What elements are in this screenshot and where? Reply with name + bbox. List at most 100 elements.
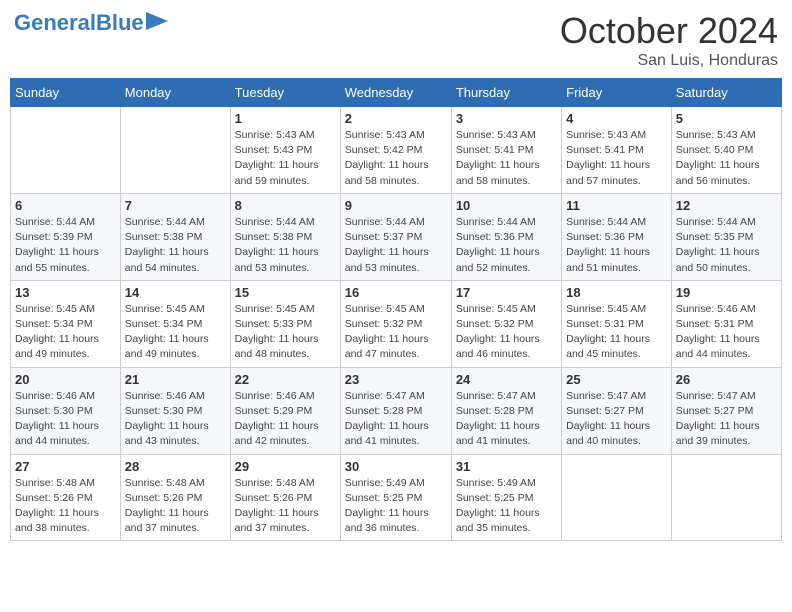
calendar-cell: 5 Sunrise: 5:43 AMSunset: 5:40 PMDaylight… xyxy=(671,107,781,194)
day-info: Sunrise: 5:45 AMSunset: 5:32 PMDaylight:… xyxy=(456,302,557,363)
calendar-cell: 28Sunrise: 5:48 AMSunset: 5:26 PMDayligh… xyxy=(120,454,230,541)
location: San Luis, Honduras xyxy=(560,52,778,70)
weekday-header-thursday: Thursday xyxy=(451,79,561,107)
day-info: Sunrise: 5:45 AMSunset: 5:34 PMDaylight:… xyxy=(15,302,116,363)
calendar-cell: 26Sunrise: 5:47 AMSunset: 5:27 PMDayligh… xyxy=(671,367,781,454)
day-info: Sunrise: 5:43 AMSunset: 5:41 PMDaylight:… xyxy=(566,128,667,189)
calendar-cell: 29 Sunrise: 5:48 AMSunset: 5:26 PMDayligh… xyxy=(230,454,340,541)
day-number: 23 xyxy=(345,372,447,387)
week-row-2: 6Sunrise: 5:44 AMSunset: 5:39 PMDaylight… xyxy=(11,193,782,280)
day-number: 6 xyxy=(15,198,116,213)
day-number: 2 xyxy=(345,111,447,126)
day-number: 20 xyxy=(15,372,116,387)
day-info: Sunrise: 5:44 AMSunset: 5:35 PMDaylight:… xyxy=(676,215,777,276)
day-info: Sunrise: 5:43 AMSunset: 5:43 PMDaylight:… xyxy=(235,128,336,189)
calendar-cell: 1 Sunrise: 5:43 AMSunset: 5:43 PMDaylight… xyxy=(230,107,340,194)
day-number: 7 xyxy=(125,198,226,213)
day-number: 22 xyxy=(235,372,336,387)
day-info: Sunrise: 5:43 AMSunset: 5:41 PMDaylight:… xyxy=(456,128,557,189)
day-number: 30 xyxy=(345,459,447,474)
day-info: Sunrise: 5:49 AMSunset: 5:25 PMDaylight:… xyxy=(456,476,557,537)
day-number: 11 xyxy=(566,198,667,213)
calendar-cell: 6Sunrise: 5:44 AMSunset: 5:39 PMDaylight… xyxy=(11,193,121,280)
day-number: 29 xyxy=(235,459,336,474)
week-row-5: 27 Sunrise: 5:48 AMSunset: 5:26 PMDayligh… xyxy=(11,454,782,541)
day-info: Sunrise: 5:45 AMSunset: 5:34 PMDaylight:… xyxy=(125,302,226,363)
day-info: Sunrise: 5:48 AMSunset: 5:26 PMDaylight:… xyxy=(15,476,116,537)
day-info: Sunrise: 5:45 AMSunset: 5:33 PMDaylight:… xyxy=(235,302,336,363)
day-number: 1 xyxy=(235,111,336,126)
day-number: 21 xyxy=(125,372,226,387)
weekday-header-friday: Friday xyxy=(562,79,672,107)
calendar-cell: 31 Sunrise: 5:49 AMSunset: 5:25 PMDayligh… xyxy=(451,454,561,541)
day-number: 4 xyxy=(566,111,667,126)
day-number: 15 xyxy=(235,285,336,300)
day-number: 13 xyxy=(15,285,116,300)
day-number: 27 xyxy=(15,459,116,474)
calendar-cell: 19 Sunrise: 5:46 AMSunset: 5:31 PMDayligh… xyxy=(671,280,781,367)
logo-arrow-icon xyxy=(146,12,168,30)
calendar-cell: 16 Sunrise: 5:45 AMSunset: 5:32 PMDayligh… xyxy=(340,280,451,367)
day-info: Sunrise: 5:46 AMSunset: 5:29 PMDaylight:… xyxy=(235,389,336,450)
calendar-cell: 27 Sunrise: 5:48 AMSunset: 5:26 PMDayligh… xyxy=(11,454,121,541)
day-info: Sunrise: 5:44 AMSunset: 5:36 PMDaylight:… xyxy=(456,215,557,276)
calendar-cell: 15 Sunrise: 5:45 AMSunset: 5:33 PMDayligh… xyxy=(230,280,340,367)
day-info: Sunrise: 5:46 AMSunset: 5:30 PMDaylight:… xyxy=(125,389,226,450)
day-number: 31 xyxy=(456,459,557,474)
title-block: October 2024 San Luis, Honduras xyxy=(560,10,778,70)
calendar-cell: 18Sunrise: 5:45 AMSunset: 5:31 PMDayligh… xyxy=(562,280,672,367)
day-number: 25 xyxy=(566,372,667,387)
day-info: Sunrise: 5:45 AMSunset: 5:32 PMDaylight:… xyxy=(345,302,447,363)
month-title: October 2024 xyxy=(560,10,778,52)
calendar-cell: 23 Sunrise: 5:47 AMSunset: 5:28 PMDayligh… xyxy=(340,367,451,454)
calendar-cell xyxy=(120,107,230,194)
day-info: Sunrise: 5:44 AMSunset: 5:38 PMDaylight:… xyxy=(125,215,226,276)
week-row-4: 20 Sunrise: 5:46 AMSunset: 5:30 PMDayligh… xyxy=(11,367,782,454)
calendar-cell: 21 Sunrise: 5:46 AMSunset: 5:30 PMDayligh… xyxy=(120,367,230,454)
weekday-header-wednesday: Wednesday xyxy=(340,79,451,107)
day-info: Sunrise: 5:49 AMSunset: 5:25 PMDaylight:… xyxy=(345,476,447,537)
day-number: 10 xyxy=(456,198,557,213)
day-info: Sunrise: 5:47 AMSunset: 5:28 PMDaylight:… xyxy=(456,389,557,450)
day-number: 16 xyxy=(345,285,447,300)
calendar-cell: 11 Sunrise: 5:44 AMSunset: 5:36 PMDayligh… xyxy=(562,193,672,280)
day-info: Sunrise: 5:47 AMSunset: 5:28 PMDaylight:… xyxy=(345,389,447,450)
logo-text: GeneralBlue xyxy=(14,12,144,34)
calendar-cell: 13 Sunrise: 5:45 AMSunset: 5:34 PMDayligh… xyxy=(11,280,121,367)
day-info: Sunrise: 5:47 AMSunset: 5:27 PMDaylight:… xyxy=(676,389,777,450)
calendar-cell: 12 Sunrise: 5:44 AMSunset: 5:35 PMDayligh… xyxy=(671,193,781,280)
calendar-cell: 25Sunrise: 5:47 AMSunset: 5:27 PMDayligh… xyxy=(562,367,672,454)
day-number: 8 xyxy=(235,198,336,213)
calendar-cell: 8 Sunrise: 5:44 AMSunset: 5:38 PMDaylight… xyxy=(230,193,340,280)
day-number: 5 xyxy=(676,111,777,126)
day-number: 17 xyxy=(456,285,557,300)
calendar-cell: 14 Sunrise: 5:45 AMSunset: 5:34 PMDayligh… xyxy=(120,280,230,367)
day-number: 19 xyxy=(676,285,777,300)
week-row-3: 13 Sunrise: 5:45 AMSunset: 5:34 PMDayligh… xyxy=(11,280,782,367)
logo: GeneralBlue xyxy=(14,10,168,35)
calendar-cell xyxy=(562,454,672,541)
calendar-cell: 2Sunrise: 5:43 AMSunset: 5:42 PMDaylight… xyxy=(340,107,451,194)
day-number: 12 xyxy=(676,198,777,213)
weekday-header-row: SundayMondayTuesdayWednesdayThursdayFrid… xyxy=(11,79,782,107)
day-info: Sunrise: 5:44 AMSunset: 5:37 PMDaylight:… xyxy=(345,215,447,276)
day-number: 9 xyxy=(345,198,447,213)
day-info: Sunrise: 5:45 AMSunset: 5:31 PMDaylight:… xyxy=(566,302,667,363)
calendar-cell: 10 Sunrise: 5:44 AMSunset: 5:36 PMDayligh… xyxy=(451,193,561,280)
day-info: Sunrise: 5:43 AMSunset: 5:40 PMDaylight:… xyxy=(676,128,777,189)
day-info: Sunrise: 5:44 AMSunset: 5:36 PMDaylight:… xyxy=(566,215,667,276)
day-number: 14 xyxy=(125,285,226,300)
calendar-cell: 30 Sunrise: 5:49 AMSunset: 5:25 PMDayligh… xyxy=(340,454,451,541)
week-row-1: 1 Sunrise: 5:43 AMSunset: 5:43 PMDaylight… xyxy=(11,107,782,194)
day-info: Sunrise: 5:48 AMSunset: 5:26 PMDaylight:… xyxy=(235,476,336,537)
calendar-table: SundayMondayTuesdayWednesdayThursdayFrid… xyxy=(10,78,782,541)
page-header: GeneralBlue October 2024 San Luis, Hondu… xyxy=(10,10,782,70)
day-info: Sunrise: 5:46 AMSunset: 5:30 PMDaylight:… xyxy=(15,389,116,450)
weekday-header-sunday: Sunday xyxy=(11,79,121,107)
calendar-cell: 9 Sunrise: 5:44 AMSunset: 5:37 PMDaylight… xyxy=(340,193,451,280)
calendar-cell xyxy=(11,107,121,194)
day-info: Sunrise: 5:44 AMSunset: 5:38 PMDaylight:… xyxy=(235,215,336,276)
day-info: Sunrise: 5:46 AMSunset: 5:31 PMDaylight:… xyxy=(676,302,777,363)
calendar-cell: 7 Sunrise: 5:44 AMSunset: 5:38 PMDaylight… xyxy=(120,193,230,280)
calendar-cell: 3Sunrise: 5:43 AMSunset: 5:41 PMDaylight… xyxy=(451,107,561,194)
